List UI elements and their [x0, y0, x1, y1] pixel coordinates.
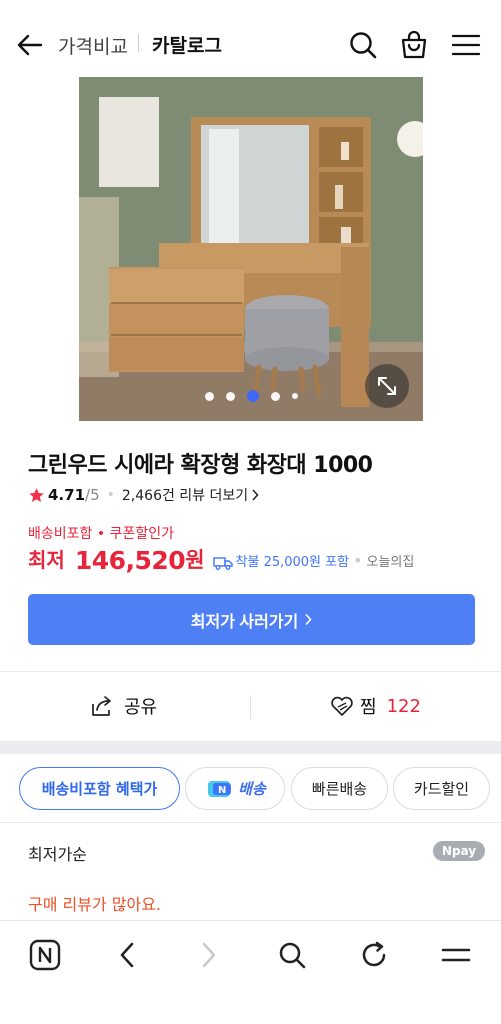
carousel-dot[interactable] [291, 393, 298, 399]
truck-icon [212, 557, 233, 570]
expand-image-button[interactable] [365, 364, 409, 408]
nav-back-button[interactable] [107, 935, 147, 975]
star-icon [29, 487, 44, 502]
filter-chip-bar: 배송비포함 혜택가 N 배송 빠른배송 카드할인 [0, 754, 501, 822]
rating-value: 4.71 [48, 486, 86, 504]
share-icon [92, 696, 111, 716]
breadcrumb-divider [138, 34, 139, 52]
back-button[interactable] [14, 30, 46, 60]
heart-icon [331, 696, 353, 716]
wishlist-button[interactable]: 찜 122 [330, 690, 421, 722]
expand-icon [378, 377, 396, 395]
chip-label: 빠른배송 [311, 780, 368, 798]
product-title: 그린우드 시에라 확장형 화장대 1000 [28, 453, 373, 478]
naver-logo-icon [29, 939, 61, 971]
browser-menu-button[interactable] [436, 935, 476, 975]
chevron-left-icon [120, 942, 134, 968]
section-divider [0, 822, 501, 823]
share-button[interactable]: 공유 [90, 690, 157, 722]
refresh-icon [362, 941, 386, 967]
hamburger-menu-icon [451, 34, 481, 56]
sort-selector[interactable]: 최저가순 [28, 841, 87, 865]
svg-text:N: N [218, 785, 226, 796]
review-more-link[interactable]: 2,466건 리뷰 더보기 [122, 485, 248, 505]
action-divider [250, 695, 251, 719]
browser-bottom-bar [0, 920, 501, 1024]
npay-badge: Npay [433, 841, 485, 861]
search-button[interactable] [347, 28, 379, 62]
section-divider [0, 671, 501, 672]
filter-chip-card-discount[interactable]: 카드할인 [393, 767, 490, 810]
arrow-left-icon [17, 34, 43, 56]
filter-chip-fast-delivery[interactable]: 빠른배송 [291, 767, 388, 810]
price-label: 최저 [28, 548, 65, 572]
npay-logo-icon: N [208, 780, 232, 797]
seller-name: 오늘의집 [366, 555, 415, 570]
filter-chip-npay-delivery[interactable]: N 배송 [185, 767, 285, 810]
separator-dot: • [353, 551, 363, 570]
hamburger-menu-icon [441, 948, 471, 962]
review-hint: 구매 리뷰가 많아요. [28, 895, 162, 914]
share-label: 공유 [124, 697, 158, 718]
shopping-bag-button[interactable] [398, 28, 430, 62]
filter-chip-shipping-included[interactable]: 배송비포함 혜택가 [19, 767, 180, 810]
chip-label: 카드할인 [413, 780, 470, 798]
chevron-right-icon [202, 942, 216, 968]
chevron-right-icon [252, 489, 259, 501]
carousel-dot[interactable] [225, 391, 235, 401]
search-icon [279, 942, 306, 969]
refresh-button[interactable] [354, 935, 394, 975]
product-image-carousel[interactable] [79, 77, 423, 421]
carousel-dot[interactable] [270, 391, 280, 401]
carousel-dot-active[interactable] [246, 390, 259, 402]
chip-label: 배송비포함 혜택가 [41, 780, 158, 798]
wishlist-label: 찜 [360, 697, 377, 718]
carousel-dot[interactable] [204, 391, 214, 401]
menu-button[interactable] [450, 28, 482, 62]
naver-home-button[interactable] [25, 935, 65, 975]
price-unit: 원 [185, 548, 205, 572]
breadcrumb-current[interactable]: 카탈로그 [152, 31, 222, 58]
buy-button-label: 최저가 사러가기 [190, 613, 299, 631]
search-icon [350, 32, 377, 59]
separator-dot: • [106, 487, 115, 503]
chip-label: 배송 [238, 780, 266, 798]
price-value: 146,520 [74, 546, 186, 575]
chevron-right-icon [305, 613, 312, 626]
nav-search-button[interactable] [272, 935, 312, 975]
price-row: 최저 146,520 원 착불 25,000원 포함 • 오늘의집 [28, 543, 414, 575]
nav-forward-button[interactable] [189, 935, 229, 975]
wishlist-count: 122 [386, 695, 421, 717]
rating-row: 4.71 /5 • 2,466건 리뷰 더보기 [28, 485, 259, 505]
price-note: 배송비포함 • 쿠폰할인가 [28, 526, 174, 542]
shopping-bag-icon [401, 30, 427, 59]
section-spacer [0, 741, 501, 754]
buy-lowest-price-button[interactable]: 최저가 사러가기 [28, 594, 475, 645]
breadcrumb-parent[interactable]: 가격비교 [58, 32, 128, 59]
shipping-info: 착불 25,000원 포함 [235, 555, 350, 570]
rating-max: /5 [85, 486, 100, 504]
